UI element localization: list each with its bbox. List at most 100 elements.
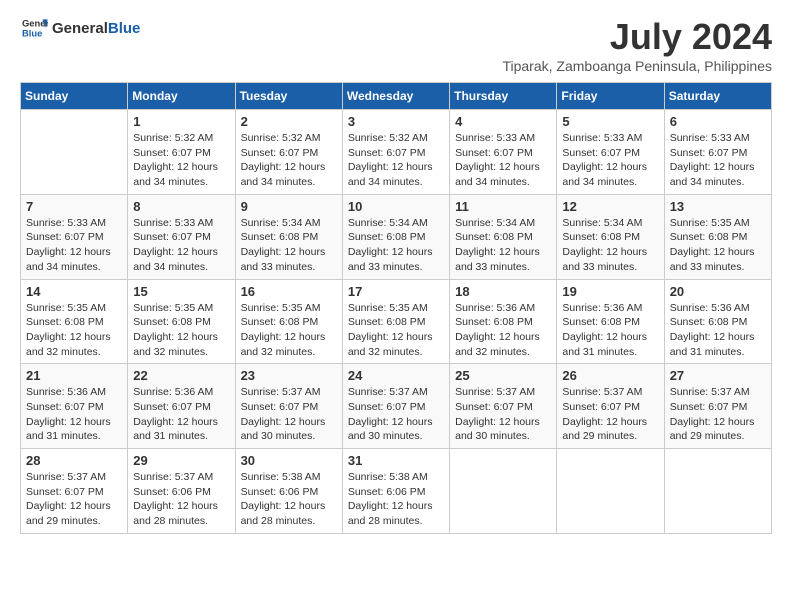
- calendar-cell: 30 Sunrise: 5:38 AM Sunset: 6:06 PM Dayli…: [235, 449, 342, 534]
- logo: General Blue General Blue: [20, 16, 140, 40]
- day-info: Sunrise: 5:34 AM Sunset: 6:08 PM Dayligh…: [562, 216, 658, 275]
- calendar-cell: 24Sunrise: 5:37 AM Sunset: 6:07 PM Dayli…: [342, 364, 449, 449]
- calendar-week-row: 1 Sunrise: 5:32 AM Sunset: 6:07 PM Daylig…: [21, 110, 772, 195]
- day-info: Sunrise: 5:38 AM Sunset: 6:06 PM Dayligh…: [348, 470, 444, 529]
- day-number: 11: [455, 199, 551, 214]
- calendar-cell: 12Sunrise: 5:34 AM Sunset: 6:08 PM Dayli…: [557, 194, 664, 279]
- calendar-header-row: SundayMondayTuesdayWednesdayThursdayFrid…: [21, 83, 772, 110]
- day-number: 15: [133, 284, 229, 299]
- calendar-cell: 11 Sunrise: 5:34 AM Sunset: 6:08 PM Dayli…: [450, 194, 557, 279]
- day-info: Sunrise: 5:36 AM Sunset: 6:07 PM Dayligh…: [133, 385, 229, 444]
- day-info: Sunrise: 5:33 AM Sunset: 6:07 PM Dayligh…: [562, 131, 658, 190]
- calendar-cell: 1Sunrise: 5:32 AM Sunset: 6:07 PM Daylig…: [128, 110, 235, 195]
- calendar-cell: 14 Sunrise: 5:35 AM Sunset: 6:08 PM Dayli…: [21, 279, 128, 364]
- day-number: 4: [455, 114, 551, 129]
- day-number: 28: [26, 453, 122, 468]
- day-number: 30: [241, 453, 337, 468]
- calendar-cell: 2 Sunrise: 5:32 AM Sunset: 6:07 PM Daylig…: [235, 110, 342, 195]
- calendar-cell: 29Sunrise: 5:37 AM Sunset: 6:06 PM Dayli…: [128, 449, 235, 534]
- day-info: Sunrise: 5:34 AM Sunset: 6:08 PM Dayligh…: [348, 216, 444, 275]
- day-number: 14: [26, 284, 122, 299]
- calendar-cell: [664, 449, 771, 534]
- day-info: Sunrise: 5:37 AM Sunset: 6:07 PM Dayligh…: [348, 385, 444, 444]
- day-info: Sunrise: 5:37 AM Sunset: 6:07 PM Dayligh…: [455, 385, 551, 444]
- calendar-cell: 10 Sunrise: 5:34 AM Sunset: 6:08 PM Dayli…: [342, 194, 449, 279]
- day-info: Sunrise: 5:33 AM Sunset: 6:07 PM Dayligh…: [26, 216, 122, 275]
- day-info: Sunrise: 5:37 AM Sunset: 6:07 PM Dayligh…: [241, 385, 337, 444]
- calendar-cell: 4 Sunrise: 5:33 AM Sunset: 6:07 PM Daylig…: [450, 110, 557, 195]
- day-number: 7: [26, 199, 122, 214]
- day-info: Sunrise: 5:36 AM Sunset: 6:08 PM Dayligh…: [455, 301, 551, 360]
- day-info: Sunrise: 5:35 AM Sunset: 6:08 PM Dayligh…: [26, 301, 122, 360]
- day-number: 31: [348, 453, 444, 468]
- calendar-cell: 13 Sunrise: 5:35 AM Sunset: 6:08 PM Dayli…: [664, 194, 771, 279]
- calendar-week-row: 28 Sunrise: 5:37 AM Sunset: 6:07 PM Dayli…: [21, 449, 772, 534]
- calendar-cell: 9Sunrise: 5:34 AM Sunset: 6:08 PM Daylig…: [235, 194, 342, 279]
- calendar-cell: 5 Sunrise: 5:33 AM Sunset: 6:07 PM Daylig…: [557, 110, 664, 195]
- col-header-saturday: Saturday: [664, 83, 771, 110]
- calendar-cell: 28 Sunrise: 5:37 AM Sunset: 6:07 PM Dayli…: [21, 449, 128, 534]
- month-year-title: July 2024: [502, 16, 772, 58]
- day-number: 23: [241, 368, 337, 383]
- day-number: 20: [670, 284, 766, 299]
- calendar-cell: 26 Sunrise: 5:37 AM Sunset: 6:07 PM Dayli…: [557, 364, 664, 449]
- day-number: 2: [241, 114, 337, 129]
- day-number: 13: [670, 199, 766, 214]
- calendar-cell: 22 Sunrise: 5:36 AM Sunset: 6:07 PM Dayli…: [128, 364, 235, 449]
- day-number: 10: [348, 199, 444, 214]
- day-info: Sunrise: 5:34 AM Sunset: 6:08 PM Dayligh…: [455, 216, 551, 275]
- calendar-cell: 20Sunrise: 5:36 AM Sunset: 6:08 PM Dayli…: [664, 279, 771, 364]
- calendar-cell: 19Sunrise: 5:36 AM Sunset: 6:08 PM Dayli…: [557, 279, 664, 364]
- day-info: Sunrise: 5:38 AM Sunset: 6:06 PM Dayligh…: [241, 470, 337, 529]
- calendar-cell: [450, 449, 557, 534]
- day-number: 21: [26, 368, 122, 383]
- calendar-cell: 21 Sunrise: 5:36 AM Sunset: 6:07 PM Dayli…: [21, 364, 128, 449]
- day-info: Sunrise: 5:37 AM Sunset: 6:07 PM Dayligh…: [26, 470, 122, 529]
- day-info: Sunrise: 5:37 AM Sunset: 6:07 PM Dayligh…: [562, 385, 658, 444]
- day-number: 5: [562, 114, 658, 129]
- day-info: Sunrise: 5:35 AM Sunset: 6:08 PM Dayligh…: [348, 301, 444, 360]
- col-header-thursday: Thursday: [450, 83, 557, 110]
- day-number: 19: [562, 284, 658, 299]
- day-number: 17: [348, 284, 444, 299]
- header: General Blue General Blue July 2024 Tipa…: [20, 16, 772, 74]
- day-number: 22: [133, 368, 229, 383]
- day-info: Sunrise: 5:33 AM Sunset: 6:07 PM Dayligh…: [670, 131, 766, 190]
- calendar-cell: 6 Sunrise: 5:33 AM Sunset: 6:07 PM Daylig…: [664, 110, 771, 195]
- day-number: 3: [348, 114, 444, 129]
- day-info: Sunrise: 5:35 AM Sunset: 6:08 PM Dayligh…: [133, 301, 229, 360]
- calendar-cell: 17 Sunrise: 5:35 AM Sunset: 6:08 PM Dayli…: [342, 279, 449, 364]
- col-header-monday: Monday: [128, 83, 235, 110]
- day-number: 16: [241, 284, 337, 299]
- calendar-cell: 27 Sunrise: 5:37 AM Sunset: 6:07 PM Dayli…: [664, 364, 771, 449]
- col-header-sunday: Sunday: [21, 83, 128, 110]
- day-info: Sunrise: 5:35 AM Sunset: 6:08 PM Dayligh…: [241, 301, 337, 360]
- col-header-tuesday: Tuesday: [235, 83, 342, 110]
- day-info: Sunrise: 5:33 AM Sunset: 6:07 PM Dayligh…: [455, 131, 551, 190]
- calendar-table: SundayMondayTuesdayWednesdayThursdayFrid…: [20, 82, 772, 534]
- calendar-cell: 7 Sunrise: 5:33 AM Sunset: 6:07 PM Daylig…: [21, 194, 128, 279]
- calendar-cell: 16 Sunrise: 5:35 AM Sunset: 6:08 PM Dayli…: [235, 279, 342, 364]
- day-number: 8: [133, 199, 229, 214]
- day-info: Sunrise: 5:35 AM Sunset: 6:08 PM Dayligh…: [670, 216, 766, 275]
- calendar-cell: 18 Sunrise: 5:36 AM Sunset: 6:08 PM Dayli…: [450, 279, 557, 364]
- day-info: Sunrise: 5:32 AM Sunset: 6:07 PM Dayligh…: [348, 131, 444, 190]
- day-number: 18: [455, 284, 551, 299]
- day-number: 29: [133, 453, 229, 468]
- col-header-friday: Friday: [557, 83, 664, 110]
- logo-blue-text: Blue: [108, 20, 141, 37]
- logo-general-text: General: [52, 20, 108, 37]
- calendar-cell: 23 Sunrise: 5:37 AM Sunset: 6:07 PM Dayli…: [235, 364, 342, 449]
- day-number: 1: [133, 114, 229, 129]
- logo-icon: General Blue: [20, 16, 48, 40]
- calendar-week-row: 7 Sunrise: 5:33 AM Sunset: 6:07 PM Daylig…: [21, 194, 772, 279]
- day-number: 27: [670, 368, 766, 383]
- day-info: Sunrise: 5:36 AM Sunset: 6:07 PM Dayligh…: [26, 385, 122, 444]
- svg-text:Blue: Blue: [22, 28, 42, 39]
- day-info: Sunrise: 5:37 AM Sunset: 6:07 PM Dayligh…: [670, 385, 766, 444]
- calendar-cell: 31 Sunrise: 5:38 AM Sunset: 6:06 PM Dayli…: [342, 449, 449, 534]
- day-info: Sunrise: 5:32 AM Sunset: 6:07 PM Dayligh…: [241, 131, 337, 190]
- calendar-cell: 25Sunrise: 5:37 AM Sunset: 6:07 PM Dayli…: [450, 364, 557, 449]
- day-number: 26: [562, 368, 658, 383]
- day-number: 6: [670, 114, 766, 129]
